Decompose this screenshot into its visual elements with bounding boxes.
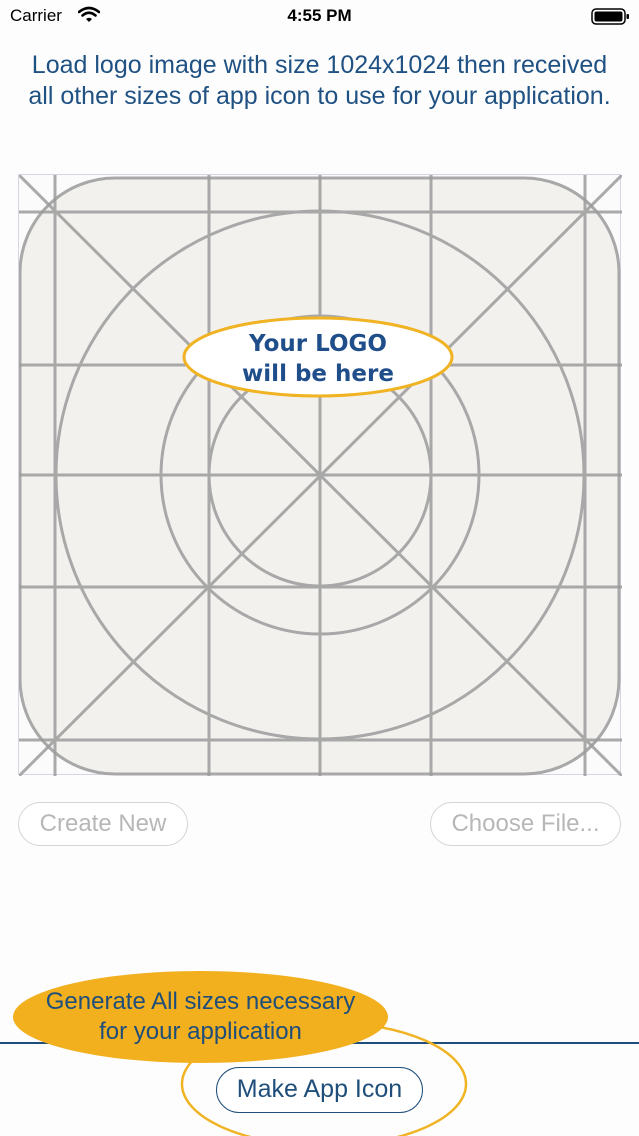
hint-text: Generate All sizes necessary for your ap…: [45, 988, 356, 1045]
highlight-outline: [180, 1020, 468, 1136]
make-app-icon-button[interactable]: Make App Icon: [216, 1067, 423, 1113]
hint-bubble: Generate All sizes necessary for your ap…: [13, 971, 388, 1063]
